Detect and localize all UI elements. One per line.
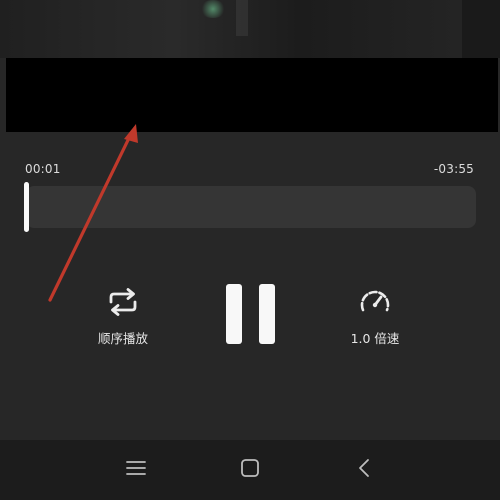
nav-home-button[interactable] [236, 456, 264, 484]
video-preview-top [0, 0, 500, 58]
system-navigation-bar [0, 440, 500, 500]
play-order-button[interactable]: 顺序播放 [86, 288, 160, 347]
menu-icon [125, 459, 147, 481]
progress-bar[interactable] [26, 186, 476, 228]
play-order-label: 顺序播放 [97, 331, 148, 346]
nav-menu-button[interactable] [122, 456, 150, 484]
progress-handle[interactable] [24, 182, 29, 232]
preview-light-spot [200, 0, 226, 18]
repeat-icon [107, 288, 139, 320]
elapsed-time: 00:01 [25, 162, 61, 176]
playback-speed-label: 1.0 倍速 [350, 331, 400, 346]
speedometer-icon [358, 288, 392, 320]
video-black-band [6, 58, 498, 132]
preview-shape [462, 0, 500, 58]
home-square-icon [240, 458, 260, 482]
pause-icon-bar [226, 284, 242, 344]
playback-speed-button[interactable]: 1.0 倍速 [338, 288, 412, 347]
nav-back-button[interactable] [350, 456, 378, 484]
pause-button[interactable] [222, 282, 278, 346]
preview-shape [236, 0, 248, 36]
pause-icon-bar [259, 284, 275, 344]
back-chevron-icon [357, 458, 371, 482]
remaining-time: -03:55 [433, 162, 474, 176]
